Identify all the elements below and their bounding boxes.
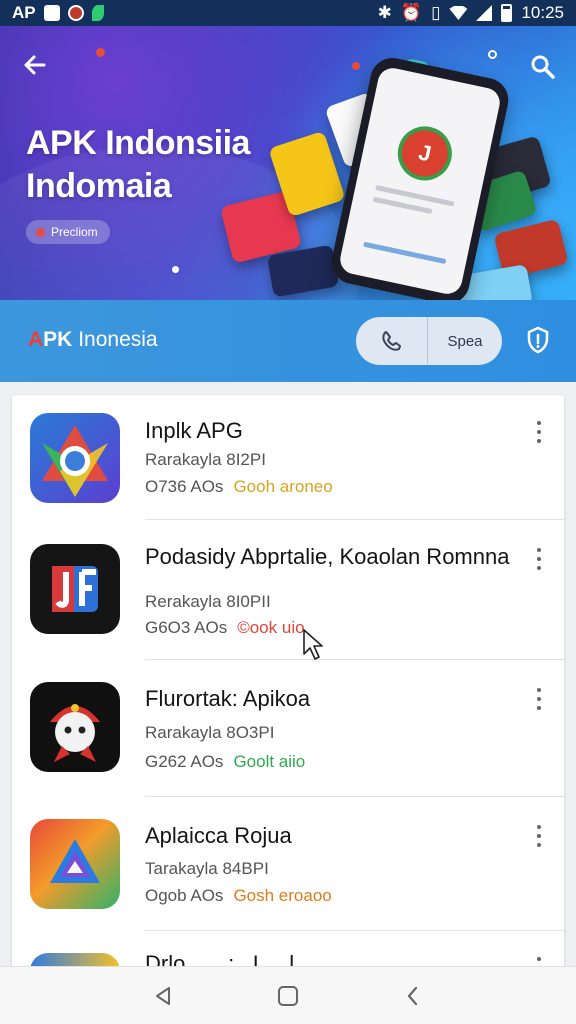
more-vert-icon[interactable]: [534, 421, 544, 443]
app-meta: O736 AOs Gooh aroneo: [145, 477, 333, 497]
app-icon-character[interactable]: [30, 682, 120, 772]
badge-dot-icon: [36, 227, 45, 237]
app-meta: G262 AOs Goolt aiio: [145, 752, 305, 772]
wifi-icon: [449, 6, 468, 20]
app-subtitle: Rarakayla 8O3PI: [145, 723, 275, 742]
phone-illustration: J: [327, 53, 513, 300]
app-subtitle: Rarakayla 8I2PI: [145, 450, 266, 469]
cursor-icon: [302, 628, 326, 662]
list-item[interactable]: Flurortak: Apikoa Rarakayla 8O3PI G262 A…: [12, 660, 564, 797]
hero-dot: [172, 266, 179, 273]
more-vert-icon[interactable]: [534, 825, 544, 847]
alarm-icon: ⏰: [400, 3, 423, 22]
hero-dot: [96, 48, 105, 57]
premium-badge[interactable]: Precliom: [26, 220, 110, 244]
app-toolbar: APK Inonesia Spea: [0, 300, 576, 382]
app-tag: Gosh eroaoo: [233, 886, 332, 905]
app-tag: Gooh aroneo: [233, 477, 333, 496]
app-icon-chrome[interactable]: [30, 413, 120, 503]
screen: AP ✱ ⏰ ▯ 10:25 J APK Indonsiia Indomaia …: [0, 0, 576, 1024]
search-icon[interactable]: [530, 54, 556, 80]
app-icon-drive[interactable]: [30, 819, 120, 909]
search-label[interactable]: Spea: [428, 333, 502, 350]
carrier-label: AP: [12, 3, 36, 22]
list-item[interactable]: Aplaicca Rojua Tarakayla 84BPI Ogob AOs G…: [12, 797, 564, 931]
app-title[interactable]: Aplaicca Rojua: [145, 823, 525, 849]
status-right: ✱ ⏰ ▯ 10:25: [378, 3, 564, 23]
nav-recents-icon[interactable]: [398, 981, 428, 1011]
nav-back-icon[interactable]: [148, 981, 178, 1011]
app-size: O736 AOs: [145, 477, 224, 496]
hero-banner: J APK Indonsiia Indomaia Precliom: [0, 26, 576, 300]
app-title[interactable]: Podasidy Abprtalie, Koaolan Romnna: [145, 544, 525, 570]
brand-letter-a: A: [28, 328, 44, 351]
badge-label: Precliom: [51, 225, 98, 239]
notification-app-icon: [43, 5, 60, 21]
brand-letters-pk: PK: [43, 328, 73, 351]
status-left: AP: [12, 3, 104, 23]
app-size: G262 AOs: [145, 752, 224, 771]
hero-title-line-1: APK Indonsiia: [26, 124, 250, 162]
app-tag: Goolt aiio: [233, 752, 306, 771]
notification-leaf-icon: [91, 5, 104, 21]
app-meta: Ogob AOs Gosh eroaoo: [145, 886, 332, 906]
app-meta: G6O3 AOs ©ook uio: [145, 618, 305, 638]
system-nav-bar: [0, 966, 576, 1024]
hero-title: APK Indonsiia Indomaia: [26, 122, 250, 208]
app-size: G6O3 AOs: [145, 618, 228, 637]
app-subtitle: Tarakayla 84BPI: [145, 859, 269, 878]
hero-dot: [488, 50, 497, 59]
app-title[interactable]: Flurortak: Apikoa: [145, 686, 525, 712]
app-icon-jf[interactable]: [30, 544, 120, 634]
vibrate-icon: ▯: [431, 3, 441, 22]
phone-app-logo: J: [392, 121, 457, 186]
search-bar[interactable]: Spea: [356, 317, 502, 365]
phone-text-line: [363, 241, 447, 265]
status-time: 10:25: [521, 3, 564, 22]
hero-dot: [352, 62, 360, 70]
status-bar: AP ✱ ⏰ ▯ 10:25: [0, 0, 576, 26]
brand-logo: APK Inonesia: [28, 328, 158, 352]
app-size: Ogob AOs: [145, 886, 224, 905]
bluetooth-icon: ✱: [377, 3, 392, 22]
more-vert-icon[interactable]: [534, 548, 544, 570]
more-vert-icon[interactable]: [534, 688, 544, 710]
back-arrow-icon[interactable]: [22, 52, 52, 82]
signal-icon: [476, 5, 493, 21]
hero-title-line-2: Indomaia: [26, 167, 172, 205]
battery-icon: [501, 4, 513, 22]
nav-home-icon[interactable]: [273, 981, 303, 1011]
app-list: Inplk APG Rarakayla 8I2PI O736 AOs Gooh a…: [12, 395, 564, 1015]
voice-search-icon[interactable]: [356, 317, 428, 365]
list-item[interactable]: Podasidy Abprtalie, Koaolan Romnna Rerak…: [12, 520, 564, 660]
notification-record-icon: [67, 5, 84, 21]
shield-icon[interactable]: [526, 326, 550, 354]
app-subtitle: Rerakayla 8I0PII: [145, 592, 271, 611]
brand-name: Inonesia: [72, 328, 158, 351]
app-tag: ©ook uio: [237, 618, 305, 637]
app-title[interactable]: Inplk APG: [145, 418, 525, 444]
list-item[interactable]: Inplk APG Rarakayla 8I2PI O736 AOs Gooh a…: [12, 395, 564, 520]
